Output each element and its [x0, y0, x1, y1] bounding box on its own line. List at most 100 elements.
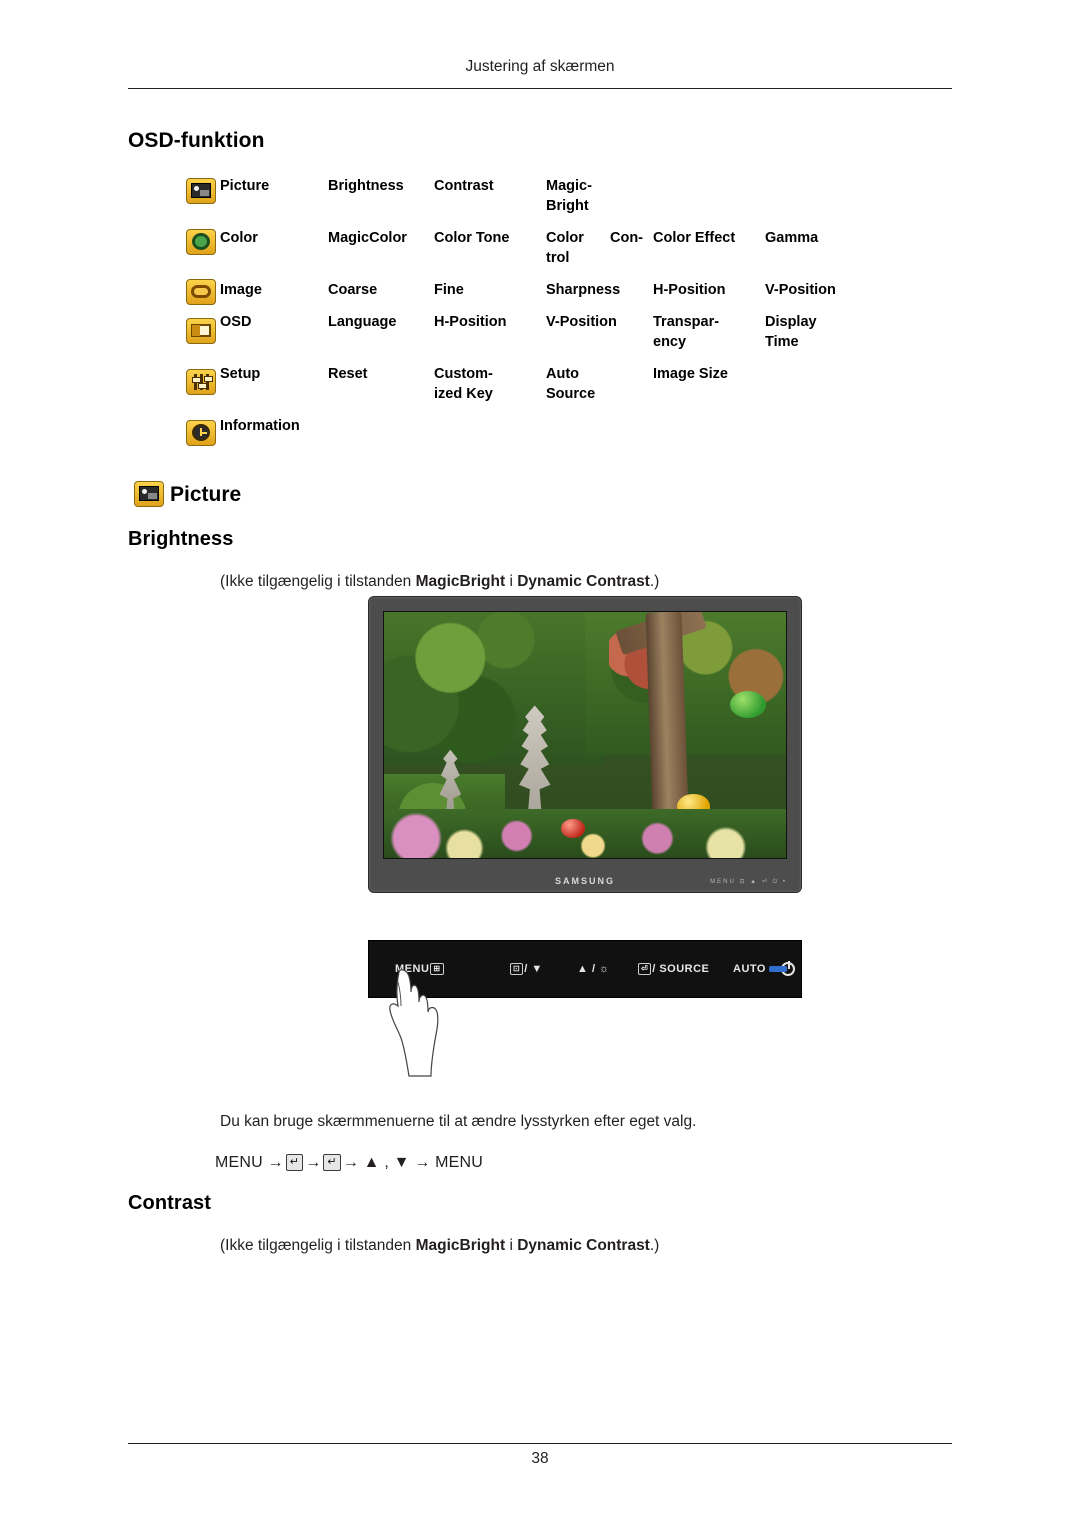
osd-cell: Contrast: [434, 178, 494, 194]
table-row: Setup Reset Custom- ized Key Auto Source…: [220, 364, 855, 416]
panel-down-button: ⊡ / ▼: [509, 963, 543, 975]
menu-seq-start: MENU →: [215, 1154, 284, 1171]
osd-cell-line1: Magic-: [546, 178, 592, 194]
page-number: 38: [531, 1450, 549, 1467]
picture-icon: [186, 178, 216, 204]
brightness-description: Du kan bruge skærmmenuerne til at ændre …: [220, 1113, 697, 1130]
table-row: Picture Brightness Contrast Magic- Brigh…: [220, 176, 855, 228]
panel-up-button: ▲ / ☼: [577, 963, 610, 975]
picture-heading-icon: [134, 481, 164, 507]
section-title-picture: Picture: [170, 483, 242, 506]
note-bold-dynamic-contrast: Dynamic Contrast: [517, 1237, 650, 1254]
osd-cell-line2: Bright: [546, 198, 589, 214]
osd-cell: Brightness: [328, 178, 404, 194]
information-icon: [186, 420, 216, 446]
contrast-availability-note: (Ikke tilgængelig i tilstanden MagicBrig…: [220, 1235, 659, 1257]
osd-cell: Color Effect: [653, 230, 736, 246]
osd-cell-line1: Color: [546, 230, 584, 246]
osd-cell: Picture: [220, 178, 270, 194]
osd-cell-line2: Time: [765, 334, 799, 350]
osd-cell: V-Position: [546, 314, 617, 330]
osd-cell: Coarse: [328, 282, 378, 298]
panel-source-label: / SOURCE: [652, 963, 710, 975]
monitor-bezel-keys: MENU ⊡ ▲ ⏎ ⏻ •: [710, 879, 787, 885]
panel-source-key-icon: ⏎: [638, 963, 652, 975]
brightness-availability-note: (Ikke tilgængelig i tilstanden MagicBrig…: [220, 571, 659, 593]
osd-cell: H-Position: [653, 282, 726, 298]
note-bold-dynamic-contrast: Dynamic Contrast: [517, 573, 650, 590]
note-prefix: (Ikke tilgængelig i tilstanden: [220, 573, 416, 590]
monitor-illustration: SAMSUNG MENU ⊡ ▲ ⏎ ⏻ •: [368, 596, 802, 893]
section-title-contrast: Contrast: [128, 1192, 212, 1214]
hand-pointer-illustration: [381, 968, 453, 1078]
osd-cell-empty: [765, 364, 855, 416]
menu-key-sequence: MENU → ↵ → ↵ → ▲ , ▼ → MENU: [215, 1152, 483, 1174]
osd-cell: Con-: [610, 230, 644, 246]
osd-cell-empty: [765, 176, 855, 228]
osd-cell: Information: [220, 418, 300, 434]
table-row: Color MagicColor Color Tone Color trol C…: [220, 228, 855, 280]
osd-cell: Color Tone: [434, 230, 510, 246]
section-title-brightness: Brightness: [128, 528, 234, 550]
osd-cell: Language: [328, 314, 397, 330]
osd-cell-empty: [610, 176, 653, 228]
scene-foliage-left: [384, 612, 606, 765]
note-bold-magicbright: MagicBright: [415, 1237, 506, 1254]
osd-cell: Image Size: [653, 366, 728, 382]
note-mid: i: [505, 573, 518, 590]
table-row: OSD Language H-Position V-Position Trans…: [220, 312, 855, 364]
panel-source-button: ⏎ / SOURCE: [637, 963, 709, 975]
enter-key-icon-1: ↵: [285, 1154, 304, 1171]
scene-green-lantern: [729, 690, 766, 718]
image-icon: [186, 279, 216, 305]
osd-cell: Image: [220, 282, 262, 298]
osd-cell-line2: trol: [546, 250, 570, 266]
footer-divider: [128, 1443, 952, 1444]
osd-cell: Magic- Bright: [546, 176, 610, 228]
osd-cell-empty: [653, 176, 765, 228]
color-icon: [186, 229, 216, 255]
table-row: Image Coarse Fine Sharpness H-Position V…: [220, 280, 855, 312]
osd-cell-line2: ized Key: [434, 386, 493, 402]
osd-cell: Reset: [328, 366, 368, 382]
osd-cell: Color trol: [546, 228, 610, 280]
enter-key-icon-2: ↵: [323, 1154, 341, 1171]
osd-cell: Sharpness: [546, 282, 621, 298]
note-suffix: .): [649, 1237, 660, 1254]
scene-red-lantern: [560, 818, 585, 839]
osd-cell-line1: Display: [765, 314, 817, 330]
osd-cell-line1: Custom-: [434, 366, 493, 382]
osd-cell: Transpar- ency: [653, 312, 765, 364]
note-suffix: .): [649, 573, 660, 590]
note-prefix: (Ikke tilgængelig i tilstanden: [220, 1237, 416, 1254]
power-led: [769, 966, 787, 972]
osd-cell-line2: Source: [546, 386, 596, 402]
menu-seq-arrows: → ▲ , ▼ → MENU: [342, 1154, 484, 1171]
page-header: Justering af skærmen: [465, 58, 615, 75]
osd-cell: Fine: [434, 282, 464, 298]
monitor-screen: [383, 611, 787, 859]
osd-function-table: Picture Brightness Contrast Magic- Brigh…: [220, 176, 855, 448]
table-row: Information: [220, 416, 855, 448]
osd-cell-line1: Auto: [546, 366, 580, 382]
osd-cell: OSD: [220, 314, 252, 330]
section-title-osd-funktion: OSD-funktion: [128, 129, 265, 152]
osd-cell: Auto Source: [546, 364, 653, 416]
panel-down-label: / ▼: [524, 963, 543, 975]
osd-cell: Display Time: [765, 312, 855, 364]
menu-seq-mid: →: [305, 1154, 322, 1171]
osd-cell: H-Position: [434, 314, 507, 330]
panel-auto-button: AUTO: [733, 963, 766, 975]
scene-trunk: [645, 612, 689, 815]
osd-cell: Gamma: [765, 230, 819, 246]
osd-cell: MagicColor: [328, 230, 407, 246]
osd-cell: V-Position: [765, 282, 836, 298]
note-bold-magicbright: MagicBright: [415, 573, 506, 590]
osd-cell: Setup: [220, 366, 261, 382]
scene-flowerbed: [384, 808, 786, 858]
document-page: Justering af skærmen OSD-funktion Pictur…: [0, 0, 1080, 1527]
setup-icon: [186, 369, 216, 395]
osd-cell-line1: Transpar-: [653, 314, 720, 330]
note-mid: i: [505, 1237, 518, 1254]
osd-cell: Color: [220, 230, 258, 246]
